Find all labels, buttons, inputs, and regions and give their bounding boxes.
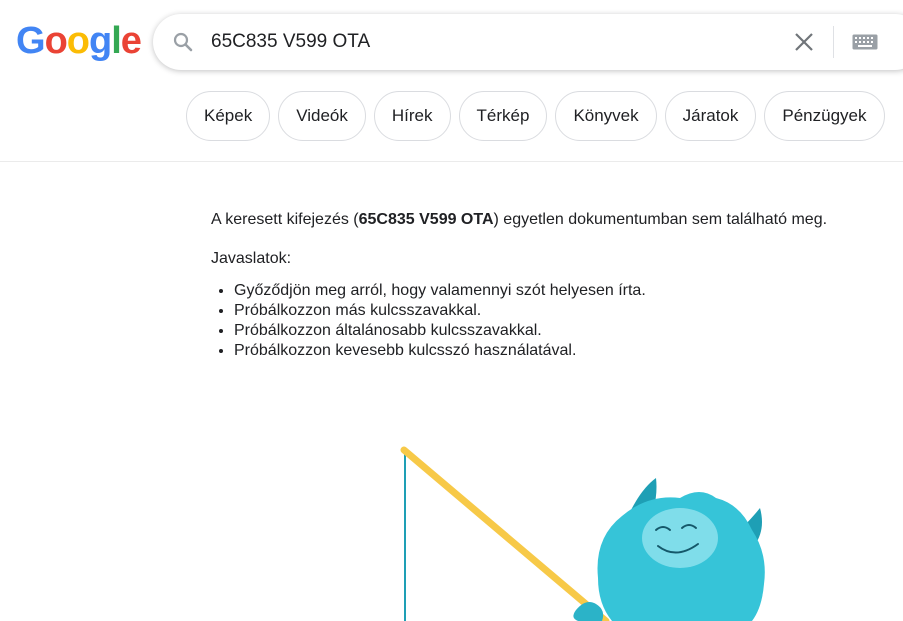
- keyboard-icon[interactable]: [852, 34, 878, 50]
- logo-letter: G: [16, 20, 46, 62]
- tab-konyvek[interactable]: Könyvek: [555, 91, 657, 141]
- monster-arm: [573, 602, 604, 621]
- suggestion-item: Győződjön meg arról, hogy valamennyi szó…: [234, 281, 903, 301]
- logo-letter: o: [66, 20, 90, 62]
- header-separator: [0, 161, 903, 162]
- tab-penzugyek[interactable]: Pénzügyek: [764, 91, 885, 141]
- tab-kepek[interactable]: Képek: [186, 91, 271, 141]
- tab-jaratok[interactable]: Járatok: [664, 91, 757, 141]
- search-box[interactable]: [153, 14, 903, 70]
- logo-letter: g: [89, 20, 112, 62]
- google-logo[interactable]: Google: [16, 20, 142, 62]
- fishing-monster-illustration: [400, 446, 765, 621]
- search-input[interactable]: [211, 28, 771, 56]
- logo-letter: o: [44, 20, 68, 62]
- suggestion-item: Próbálkozzon más kulcsszavakkal.: [234, 301, 903, 321]
- message-after: ) egyetlen dokumentumban sem található m…: [493, 211, 828, 228]
- tab-videok[interactable]: Videók: [278, 91, 366, 141]
- suggestions-list: Győződjön meg arról, hogy valamennyi szó…: [211, 281, 903, 361]
- no-results-section: A keresett kifejezés (65C835 V599 OTA) e…: [211, 210, 903, 361]
- logo-letter: e: [120, 20, 142, 62]
- fishing-rod: [400, 446, 610, 621]
- search-icon[interactable]: [171, 30, 195, 54]
- no-results-message: A keresett kifejezés (65C835 V599 OTA) e…: [211, 210, 903, 230]
- tab-terkep[interactable]: Térkép: [458, 91, 548, 141]
- suggestion-item: Próbálkozzon általánosabb kulcsszavakkal…: [234, 321, 903, 341]
- monster-face: [642, 508, 718, 568]
- message-before: A keresett kifejezés (: [211, 211, 359, 228]
- tab-hirek[interactable]: Hírek: [373, 91, 451, 141]
- suggestions-title: Javaslatok:: [211, 250, 292, 267]
- suggestion-item: Próbálkozzon kevesebb kulcsszó használat…: [234, 341, 903, 361]
- close-icon[interactable]: [793, 31, 815, 53]
- search-divider: [833, 26, 834, 58]
- message-query: 65C835 V599 OTA: [358, 211, 494, 228]
- logo-letter: l: [111, 20, 122, 62]
- search-tabs: Képek Videók Hírek Térkép Könyvek Járatok Pénz…: [186, 91, 893, 141]
